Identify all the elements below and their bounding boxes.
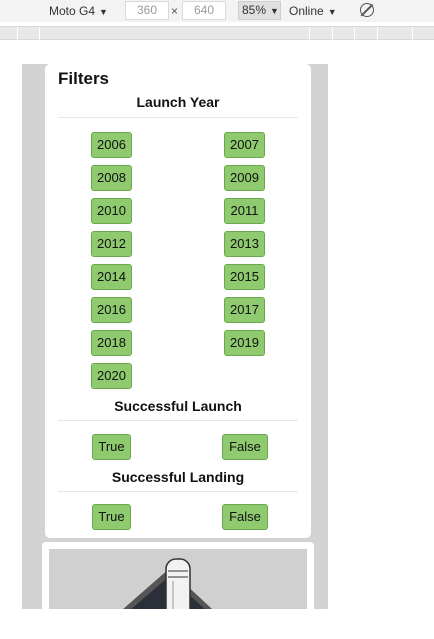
caret-down-icon: ▼ (270, 6, 279, 16)
mission-patch-graphic (123, 558, 212, 609)
divider (58, 117, 298, 118)
launch-true-button[interactable]: True (92, 434, 131, 460)
year-button-2018[interactable]: 2018 (91, 330, 132, 356)
ruler-tick (354, 27, 355, 40)
ruler-tick (309, 27, 310, 40)
landing-false-button[interactable]: False (222, 504, 268, 530)
network-value: Online (289, 4, 324, 18)
landing-true-button[interactable]: True (92, 504, 131, 530)
divider (58, 420, 298, 421)
year-button-2019[interactable]: 2019 (224, 330, 265, 356)
year-button-2007[interactable]: 2007 (224, 132, 265, 158)
year-button-2017[interactable]: 2017 (224, 297, 265, 323)
network-throttle-select[interactable]: Online ▼ (289, 4, 337, 18)
filters-title: Filters (58, 69, 110, 88)
year-button-2020[interactable]: 2020 (91, 363, 132, 389)
ruler-tick (39, 27, 40, 40)
device-select[interactable]: Moto G4 ▼ (49, 4, 108, 18)
ruler-tick (332, 27, 333, 40)
height-input[interactable]: 640 (182, 1, 226, 20)
mission-patch-image (49, 549, 307, 609)
year-button-2008[interactable]: 2008 (91, 165, 132, 191)
successful-landing-title: Successful Landing (111, 469, 245, 485)
year-button-2015[interactable]: 2015 (224, 264, 265, 290)
devtools-device-toolbar: Moto G4 ▼ 360 × 640 85% ▼ Online ▼ (0, 0, 434, 22)
ruler-tick (412, 27, 413, 40)
rotate-icon[interactable] (360, 3, 374, 17)
caret-down-icon: ▼ (99, 7, 108, 17)
year-button-2013[interactable]: 2013 (224, 231, 265, 257)
launch-year-title: Launch Year (136, 94, 220, 110)
zoom-value: 85% (242, 3, 267, 17)
launch-false-button[interactable]: False (222, 434, 268, 460)
dimension-separator: × (171, 4, 179, 18)
successful-launch-title: Successful Launch (114, 398, 242, 414)
ruler-tick (377, 27, 378, 40)
caret-down-icon: ▼ (327, 7, 337, 17)
media-query-ruler (0, 26, 434, 40)
year-button-2014[interactable]: 2014 (91, 264, 132, 290)
launch-card (42, 542, 314, 609)
zoom-select[interactable]: 85% ▼ (238, 1, 281, 20)
filters-card: Filters Launch Year 2006 2007 2008 2009 2010… (45, 64, 311, 538)
year-button-2009[interactable]: 2009 (224, 165, 265, 191)
year-button-2006[interactable]: 2006 (91, 132, 132, 158)
year-button-2011[interactable]: 2011 (224, 198, 265, 224)
ruler-tick (17, 27, 18, 40)
divider (58, 491, 298, 492)
year-button-2016[interactable]: 2016 (91, 297, 132, 323)
year-button-2012[interactable]: 2012 (91, 231, 132, 257)
device-viewport: Filters Launch Year 2006 2007 2008 2009 2010… (22, 64, 328, 609)
width-input[interactable]: 360 (125, 1, 169, 20)
year-button-2010[interactable]: 2010 (91, 198, 132, 224)
device-name: Moto G4 (49, 4, 96, 18)
